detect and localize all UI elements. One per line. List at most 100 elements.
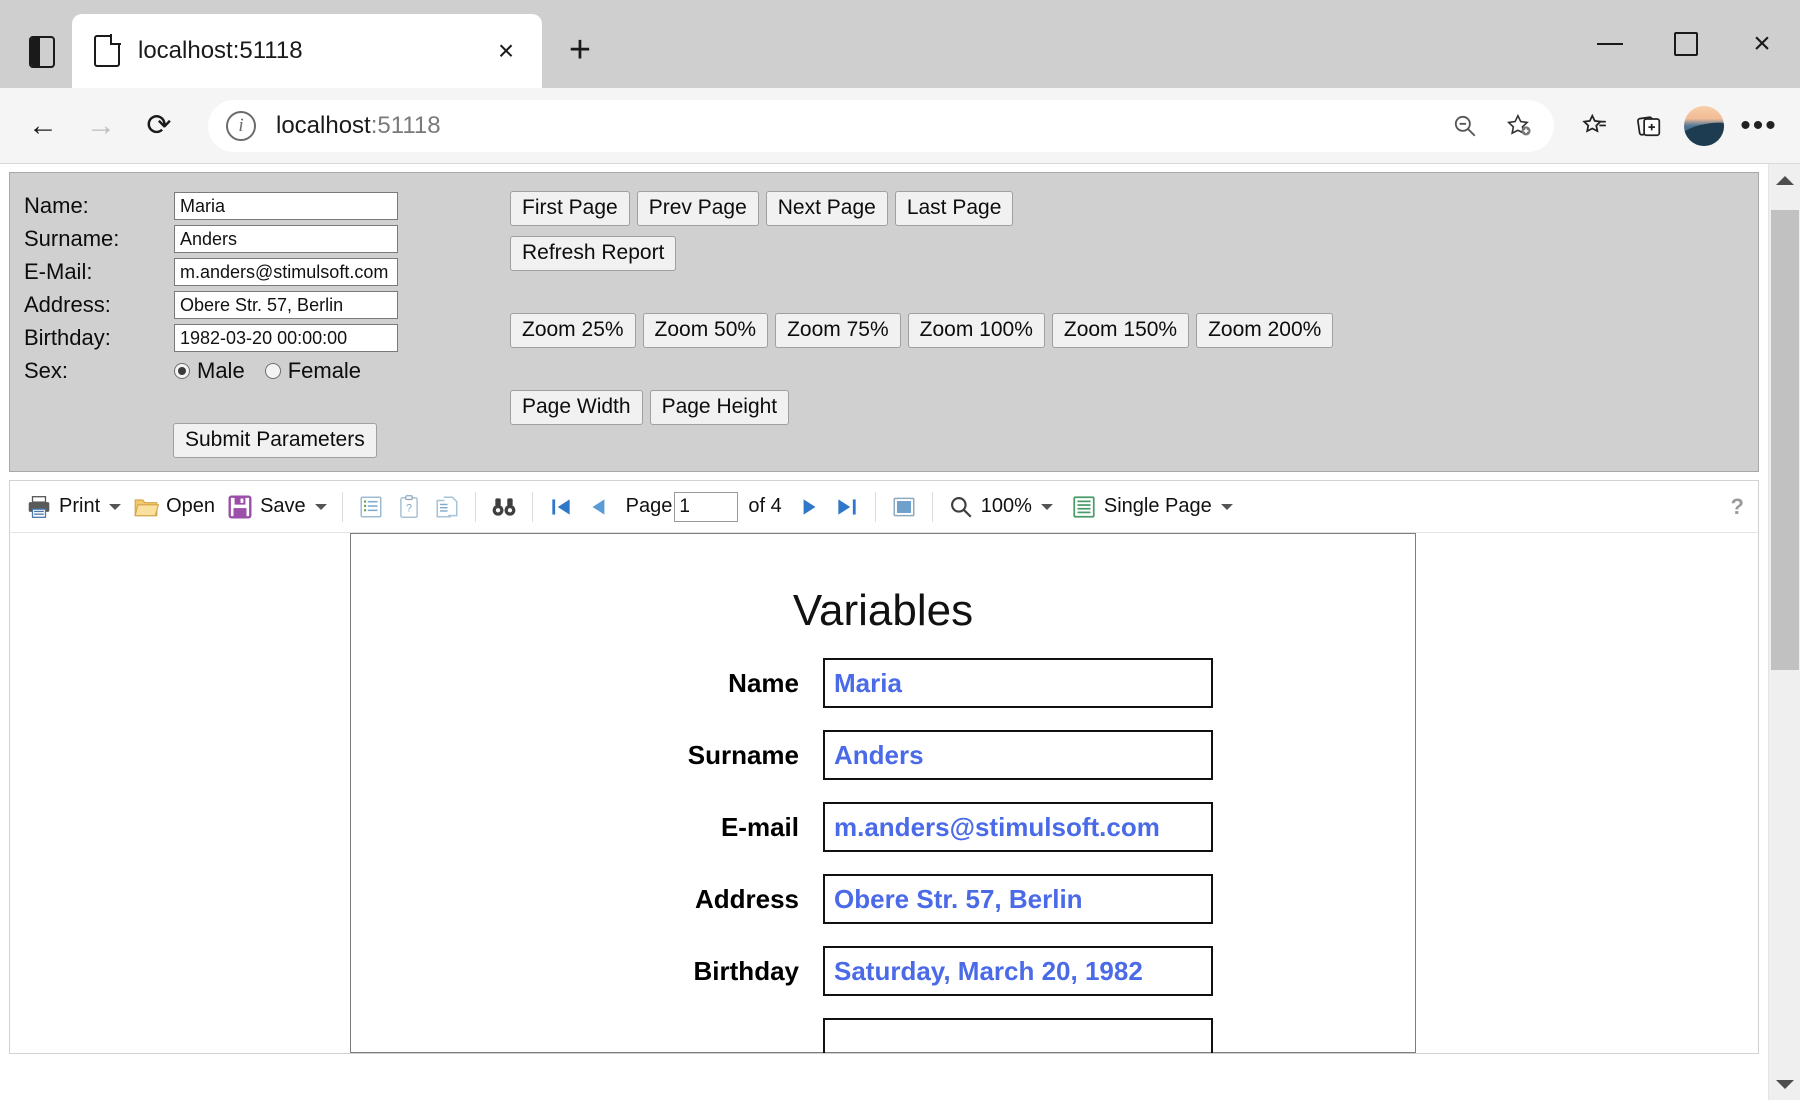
bookmarks-icon[interactable] — [352, 486, 390, 528]
chevron-down-icon[interactable] — [1221, 504, 1233, 510]
report-value-address: Obere Str. 57, Berlin — [823, 874, 1213, 924]
parameters-icon[interactable]: ? — [390, 486, 428, 528]
zoom-200-button[interactable]: Zoom 200% — [1196, 313, 1333, 348]
param-input-birthday[interactable]: 1982-03-20 00:00:00 — [174, 324, 398, 352]
browser-tab-localhost[interactable]: localhost:51118 × — [72, 14, 542, 88]
toolbar-divider — [875, 492, 876, 522]
profile-avatar[interactable] — [1684, 106, 1724, 146]
zoom-75-button[interactable]: Zoom 75% — [775, 313, 901, 348]
help-button[interactable]: ? — [1731, 494, 1744, 520]
zoom-100-button[interactable]: Zoom 100% — [908, 313, 1045, 348]
param-input-name[interactable]: Maria — [174, 192, 398, 220]
page-scrollbar[interactable] — [1768, 164, 1800, 1100]
toolbar-divider — [932, 492, 933, 522]
param-label-name: Name: — [24, 193, 174, 219]
param-input-surname[interactable]: Anders — [174, 225, 398, 253]
address-host: localhost — [276, 112, 371, 139]
last-page-button[interactable]: Last Page — [895, 191, 1014, 226]
print-button[interactable]: Print — [20, 486, 127, 528]
first-page-icon[interactable] — [542, 486, 580, 528]
chevron-down-icon[interactable] — [109, 504, 121, 510]
next-page-icon[interactable] — [790, 486, 828, 528]
view-mode-selector[interactable]: Single Page — [1065, 486, 1239, 528]
page-icon — [94, 35, 120, 67]
param-row-email: E-Mail: m.anders@stimulsoft.com — [24, 255, 398, 288]
parameters-form: Name: Maria Surname: Anders E-Mail: m.an… — [24, 189, 398, 387]
maximize-button[interactable] — [1648, 0, 1724, 88]
param-row-address: Address: Obere Str. 57, Berlin — [24, 288, 398, 321]
report-value-partial — [823, 1018, 1213, 1053]
chevron-down-icon[interactable] — [1041, 504, 1053, 510]
toolbar-divider — [342, 492, 343, 522]
browser-title-bar: localhost:51118 × + × — [0, 0, 1800, 88]
zoom-50-button[interactable]: Zoom 50% — [643, 313, 769, 348]
zoom-25-button[interactable]: Zoom 25% — [510, 313, 636, 348]
submit-parameters-button[interactable]: Submit Parameters — [173, 423, 377, 458]
param-row-sex: Sex: Male Female — [24, 354, 398, 387]
param-label-address: Address: — [24, 292, 174, 318]
resources-icon[interactable] — [428, 486, 466, 528]
site-info-icon[interactable]: i — [226, 111, 256, 141]
report-row-partial — [351, 1018, 1415, 1053]
address-bar[interactable]: i localhost:51118 — [208, 100, 1554, 152]
save-button[interactable]: Save — [221, 486, 333, 528]
page-width-button[interactable]: Page Width — [510, 390, 643, 425]
report-viewer: Print Open — [9, 480, 1759, 1054]
minimize-button[interactable] — [1572, 0, 1648, 88]
find-icon[interactable] — [485, 486, 523, 528]
scrollbar-thumb[interactable] — [1771, 210, 1799, 670]
reload-button[interactable]: ⟳ — [130, 97, 188, 155]
close-icon[interactable]: × — [484, 29, 528, 73]
settings-more-icon[interactable]: ••• — [1732, 99, 1786, 153]
next-page-button[interactable]: Next Page — [766, 191, 888, 226]
first-page-button[interactable]: First Page — [510, 191, 630, 226]
scroll-down-button[interactable] — [1769, 1068, 1800, 1100]
param-input-address[interactable]: Obere Str. 57, Berlin — [174, 291, 398, 319]
refresh-report-button[interactable]: Refresh Report — [510, 236, 676, 271]
view-mode-label: Single Page — [1104, 495, 1212, 518]
report-title: Variables — [351, 586, 1415, 636]
save-label: Save — [260, 495, 306, 518]
radio-female[interactable] — [265, 363, 281, 379]
window-close-button[interactable]: × — [1724, 0, 1800, 88]
tab-actions-menu-button[interactable] — [12, 22, 72, 82]
browser-nav-toolbar: ← → ⟳ i localhost:51118 — [0, 88, 1800, 164]
add-favorite-icon[interactable] — [1492, 99, 1546, 153]
scroll-up-button[interactable] — [1769, 164, 1800, 196]
prev-page-button[interactable]: Prev Page — [637, 191, 759, 226]
open-button[interactable]: Open — [127, 486, 221, 528]
zoom-150-button[interactable]: Zoom 150% — [1052, 313, 1189, 348]
zoom-selector[interactable]: 100% — [942, 486, 1059, 528]
zoom-button-row: Zoom 25% Zoom 50% Zoom 75% Zoom 100% Zoo… — [510, 313, 1333, 348]
chevron-down-icon[interactable] — [315, 504, 327, 510]
toolbar-divider — [532, 492, 533, 522]
toolbar-divider — [475, 492, 476, 522]
last-page-icon[interactable] — [828, 486, 866, 528]
window-controls: × — [1572, 0, 1800, 88]
report-value-name: Maria — [823, 658, 1213, 708]
favorites-list-icon[interactable] — [1568, 99, 1622, 153]
zoom-out-icon[interactable] — [1438, 99, 1492, 153]
report-label-birthday: Birthday — [553, 956, 823, 987]
back-button[interactable]: ← — [14, 97, 72, 155]
new-tab-button[interactable]: + — [552, 22, 608, 78]
collections-icon[interactable] — [1622, 99, 1676, 153]
zoom-value-label: 100% — [981, 495, 1032, 518]
full-screen-icon[interactable] — [885, 486, 923, 528]
tab-title: localhost:51118 — [138, 37, 484, 65]
page-height-button[interactable]: Page Height — [650, 390, 790, 425]
prev-page-icon[interactable] — [580, 486, 618, 528]
parameters-actions: First Page Prev Page Next Page Last Page… — [510, 191, 1333, 435]
open-label: Open — [166, 495, 215, 518]
report-row-address: Address Obere Str. 57, Berlin — [351, 874, 1415, 924]
report-label-address: Address — [553, 884, 823, 915]
radio-male[interactable] — [174, 363, 190, 379]
report-canvas: Variables Name Maria Surname Anders E-ma… — [10, 533, 1758, 1053]
param-row-surname: Surname: Anders — [24, 222, 398, 255]
report-row-name: Name Maria — [351, 658, 1415, 708]
page-number-input[interactable]: 1 — [674, 492, 738, 522]
refresh-button-row: Refresh Report — [510, 236, 1333, 271]
param-label-surname: Surname: — [24, 226, 174, 252]
param-input-email[interactable]: m.anders@stimulsoft.com — [174, 258, 398, 286]
report-value-surname: Anders — [823, 730, 1213, 780]
